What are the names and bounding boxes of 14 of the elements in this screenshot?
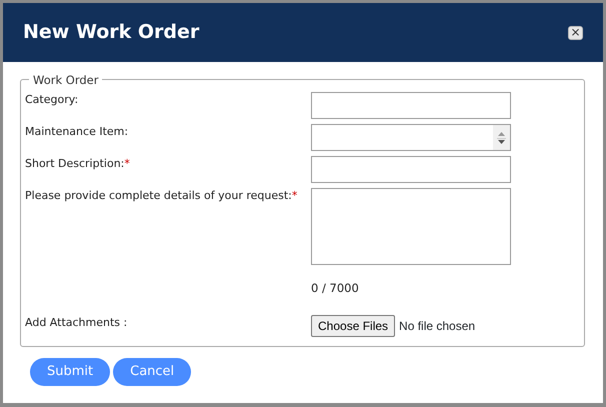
field-label: Please provide complete details of your request:* <box>25 188 298 202</box>
choose-files-button[interactable]: Choose Files <box>311 315 396 338</box>
close-button[interactable]: × <box>568 26 583 40</box>
dialog-title: New Work Order <box>23 20 200 46</box>
field-label: Category: <box>25 92 78 106</box>
text-field[interactable] <box>311 156 511 183</box>
field-label: Maintenance Item: <box>25 124 128 138</box>
text-field[interactable] <box>311 92 511 119</box>
details-field[interactable] <box>311 188 511 265</box>
listbox-field[interactable] <box>311 124 511 151</box>
character-counter: 0 / 7000 <box>311 280 360 297</box>
file-status: No file chosen <box>399 318 476 336</box>
field-label: Add Attachments : <box>25 315 128 330</box>
field-label: Short Description:* <box>25 156 130 170</box>
